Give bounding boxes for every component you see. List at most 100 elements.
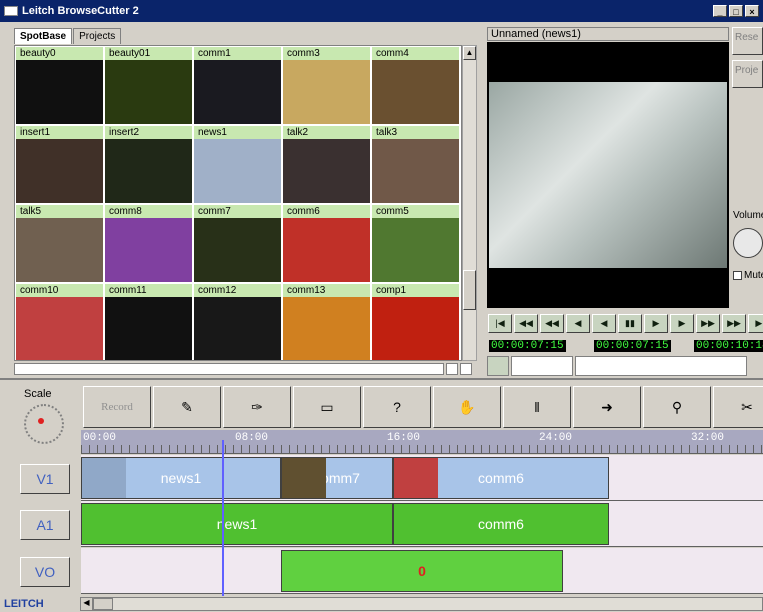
transport-button-4[interactable]: ◀ bbox=[592, 314, 616, 333]
clip-thumbnail bbox=[372, 218, 459, 282]
segment-v1-2[interactable]: comm7 bbox=[281, 457, 393, 499]
clip-tile[interactable]: comm13 bbox=[282, 283, 371, 360]
clip-tile[interactable]: comp1 bbox=[371, 283, 460, 360]
transport-controls: |◀◀◀◀◀◀◀▮▮▶▶▶▶▶▶▶| bbox=[488, 314, 763, 333]
minimize-button[interactable]: _ bbox=[713, 5, 727, 17]
ruler-tick-label: 32:00 bbox=[691, 432, 725, 444]
scroll-left-icon[interactable]: ◀ bbox=[81, 598, 93, 610]
clip-tile[interactable]: comm11 bbox=[104, 283, 193, 360]
clip-tile[interactable]: insert1 bbox=[15, 125, 104, 204]
clip-tile[interactable]: news1 bbox=[193, 125, 282, 204]
clip-tile[interactable]: comm4 bbox=[371, 46, 460, 125]
timecode-field-1[interactable] bbox=[511, 356, 573, 376]
clip-tile[interactable]: talk2 bbox=[282, 125, 371, 204]
scale-knob[interactable] bbox=[24, 404, 64, 444]
pen-button[interactable]: ✑ bbox=[223, 386, 291, 428]
transport-button-1[interactable]: ◀◀ bbox=[514, 314, 538, 333]
clip-tile[interactable]: comm5 bbox=[371, 204, 460, 283]
clip-label: comm13 bbox=[283, 284, 370, 297]
tab-projects[interactable]: Projects bbox=[73, 28, 122, 44]
clip-label: comm6 bbox=[283, 205, 370, 218]
clip-tile[interactable]: beauty0 bbox=[15, 46, 104, 125]
segment-label: 0 bbox=[418, 563, 426, 579]
transport-button-3[interactable]: ◀ bbox=[566, 314, 590, 333]
split-button[interactable]: ‖ bbox=[503, 386, 571, 428]
clip-thumbnail bbox=[105, 139, 192, 203]
timecode-field-2[interactable] bbox=[575, 356, 747, 376]
clip-tile[interactable]: insert2 bbox=[104, 125, 193, 204]
clip-tile[interactable]: comm6 bbox=[282, 204, 371, 283]
clip-thumbnail bbox=[372, 297, 459, 360]
scroll-thumb[interactable] bbox=[463, 270, 476, 310]
clip-label: comm1 bbox=[194, 47, 281, 60]
eraser-button[interactable]: ✎ bbox=[153, 386, 221, 428]
transport-button-9[interactable]: ▶▶ bbox=[722, 314, 746, 333]
transport-button-7[interactable]: ▶ bbox=[670, 314, 694, 333]
stamp-button[interactable]: ⚲ bbox=[643, 386, 711, 428]
track-a1[interactable]: news1 comm6 bbox=[81, 501, 763, 547]
track-a1-button[interactable]: A1 bbox=[20, 510, 70, 540]
stamp-icon: ⚲ bbox=[671, 398, 683, 415]
clip-thumbnail bbox=[105, 60, 192, 124]
track-vo-button[interactable]: VO bbox=[20, 557, 70, 587]
hand-icon: ✋ bbox=[458, 398, 476, 415]
timeline-ruler[interactable]: 00:00 08:00 16:00 24:00 32:00 bbox=[81, 430, 763, 454]
clip-label: comm4 bbox=[372, 47, 459, 60]
close-button[interactable]: × bbox=[745, 5, 759, 17]
segment-a1-2[interactable]: comm6 bbox=[393, 503, 609, 545]
clip-label: comm11 bbox=[105, 284, 192, 297]
clip-tile[interactable]: talk3 bbox=[371, 125, 460, 204]
clip-tile[interactable]: comm10 bbox=[15, 283, 104, 360]
segment-vo-1[interactable]: 0 bbox=[281, 550, 563, 592]
view-toggle-2[interactable] bbox=[460, 363, 472, 375]
transport-button-10[interactable]: ▶| bbox=[748, 314, 763, 333]
clip-label: beauty0 bbox=[16, 47, 103, 60]
volume-knob[interactable] bbox=[733, 228, 763, 258]
clip-filter-field[interactable] bbox=[14, 363, 444, 375]
transport-button-8[interactable]: ▶▶ bbox=[696, 314, 720, 333]
playhead[interactable] bbox=[222, 440, 224, 596]
clip-tile[interactable]: comm7 bbox=[193, 204, 282, 283]
clip-tile[interactable]: beauty01 bbox=[104, 46, 193, 125]
transport-button-5[interactable]: ▮▮ bbox=[618, 314, 642, 333]
clip-label: talk5 bbox=[16, 205, 103, 218]
clip-label: comm12 bbox=[194, 284, 281, 297]
ruler-tick-label: 00:00 bbox=[83, 432, 117, 444]
track-v1-button[interactable]: V1 bbox=[20, 464, 70, 494]
scissors-button[interactable]: ✂ bbox=[713, 386, 763, 428]
page-button[interactable]: ▭ bbox=[293, 386, 361, 428]
segment-label: news1 bbox=[160, 470, 202, 486]
help-button[interactable]: ? bbox=[363, 386, 431, 428]
transport-button-6[interactable]: ▶ bbox=[644, 314, 668, 333]
transport-button-0[interactable]: |◀ bbox=[488, 314, 512, 333]
maximize-button[interactable]: □ bbox=[729, 5, 743, 17]
clip-tile[interactable]: comm1 bbox=[193, 46, 282, 125]
track-v1[interactable]: news1 comm7 comm6 bbox=[81, 455, 763, 501]
tab-spotbase[interactable]: SpotBase bbox=[14, 28, 73, 44]
clip-tile[interactable]: comm8 bbox=[104, 204, 193, 283]
clip-thumbnail bbox=[194, 60, 281, 124]
transport-button-2[interactable]: ◀◀ bbox=[540, 314, 564, 333]
clip-grid-scrollbar[interactable]: ▲ bbox=[462, 45, 477, 361]
track-vo[interactable]: 0 bbox=[81, 548, 763, 594]
pane-divider[interactable] bbox=[0, 378, 763, 380]
timeline-scrollbar[interactable]: ◀ bbox=[80, 597, 763, 611]
clip-tile[interactable]: talk5 bbox=[15, 204, 104, 283]
segment-v1-3[interactable]: comm6 bbox=[393, 457, 609, 499]
hand-button[interactable]: ✋ bbox=[433, 386, 501, 428]
segment-v1-1[interactable]: news1 bbox=[81, 457, 281, 499]
scroll-up-icon[interactable]: ▲ bbox=[463, 46, 476, 60]
project-button[interactable]: Proje bbox=[732, 60, 763, 88]
mark-in-button[interactable] bbox=[487, 356, 509, 376]
export-button[interactable]: ➜ bbox=[573, 386, 641, 428]
record-button[interactable]: Record bbox=[83, 386, 151, 428]
mute-checkbox[interactable]: Mute bbox=[733, 270, 763, 281]
clip-tile[interactable]: comm3 bbox=[282, 46, 371, 125]
ruler-tick-label: 24:00 bbox=[539, 432, 573, 444]
clip-tile[interactable]: comm12 bbox=[193, 283, 282, 360]
reset-button[interactable]: Rese bbox=[732, 27, 763, 55]
timeline-scroll-thumb[interactable] bbox=[93, 598, 113, 610]
scale-label: Scale bbox=[24, 388, 52, 400]
segment-a1-1[interactable]: news1 bbox=[81, 503, 393, 545]
view-toggle-1[interactable] bbox=[446, 363, 458, 375]
